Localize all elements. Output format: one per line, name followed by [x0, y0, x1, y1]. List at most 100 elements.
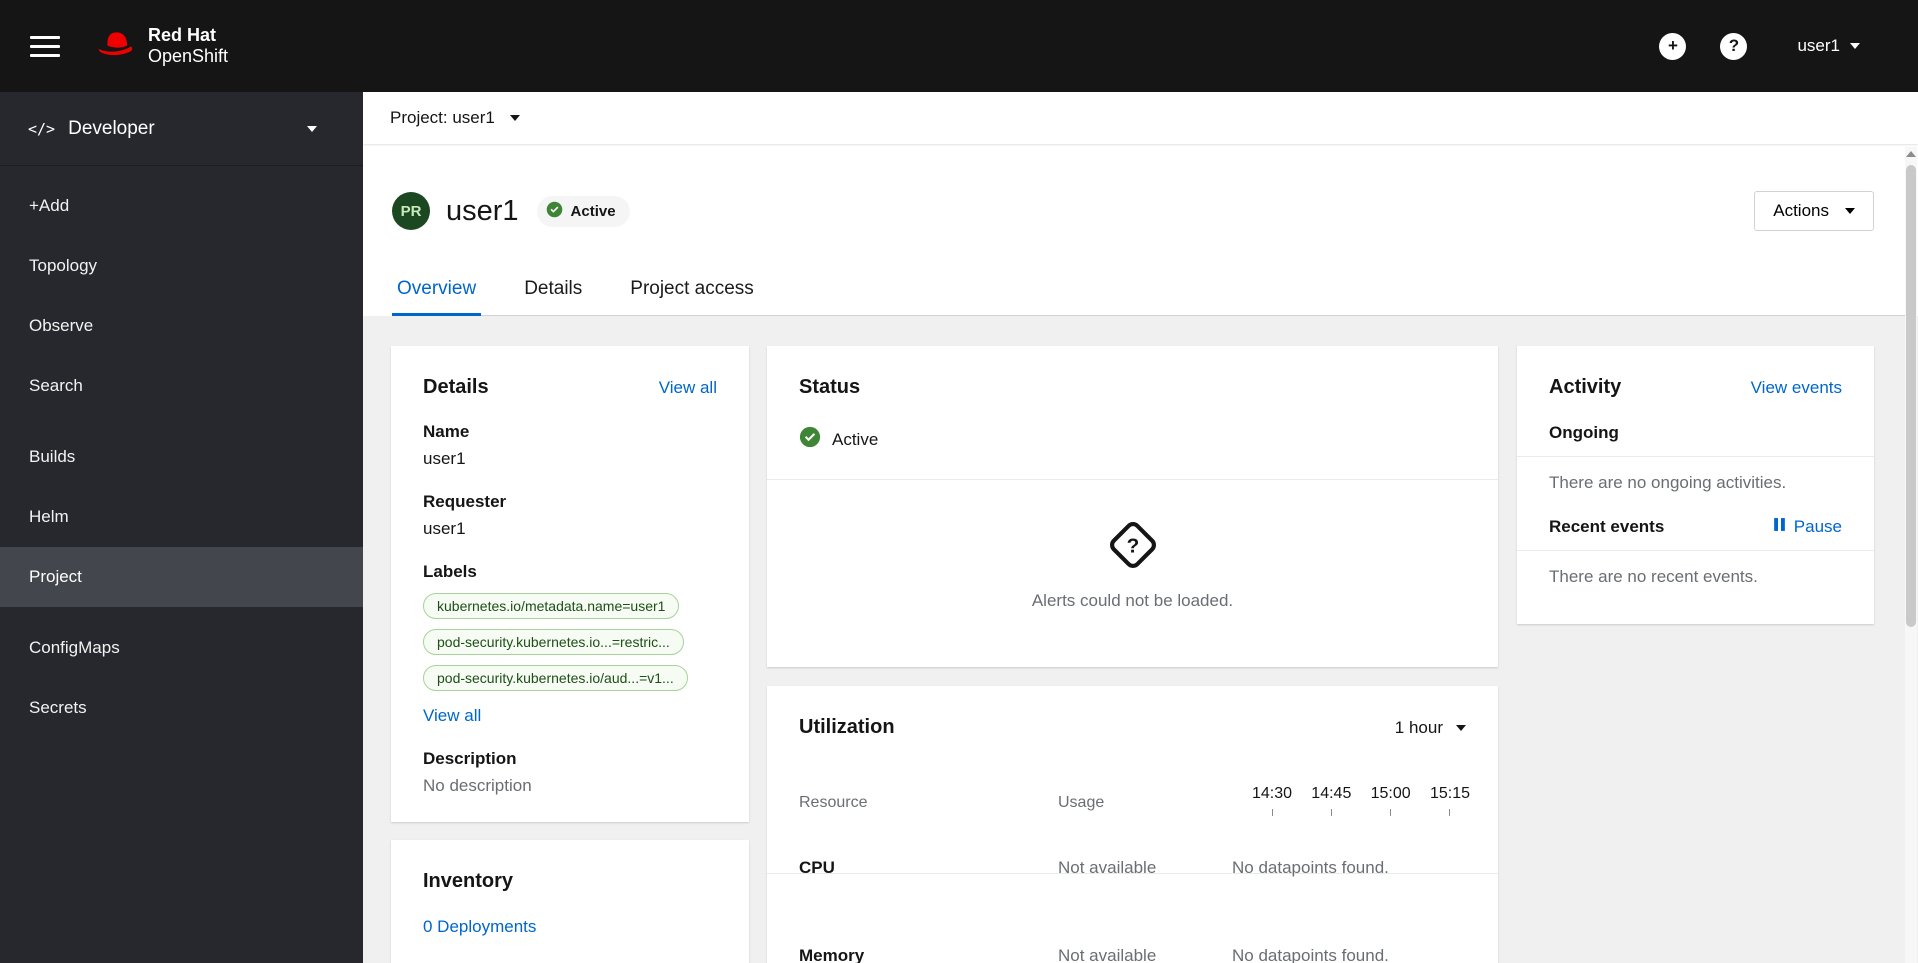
labels-view-all-link[interactable]: View all	[423, 706, 481, 726]
perspective-label: Developer	[68, 117, 155, 139]
code-icon: </>	[28, 119, 56, 138]
chevron-down-icon	[307, 125, 317, 132]
label-chip[interactable]: pod-security.kubernetes.io...=restric...	[423, 629, 684, 655]
chevron-down-icon	[509, 115, 520, 121]
masthead: Red Hat OpenShift + ? user1	[0, 0, 1918, 92]
redhat-logo-icon	[94, 29, 136, 64]
divider	[767, 479, 1498, 480]
labels-label: Labels	[423, 562, 477, 581]
help-icon[interactable]: ?	[1720, 32, 1748, 60]
tab-project-access[interactable]: Project access	[625, 278, 759, 315]
nav-group-developer: +Add Topology Observe Search	[0, 176, 363, 416]
view-events-link[interactable]: View events	[1751, 378, 1842, 398]
scrollbar-thumb[interactable]	[1906, 165, 1916, 627]
resource-name[interactable]: Memory	[799, 946, 864, 963]
project-selector[interactable]: Project: user1	[390, 108, 520, 128]
activity-card-title: Activity	[1549, 376, 1622, 398]
sidebar-item-project[interactable]: Project	[0, 547, 363, 607]
main-area: Project: user1 PR user1 Active Actions O…	[363, 92, 1918, 963]
brand-line2: OpenShift	[148, 46, 229, 66]
label-chip[interactable]: kubernetes.io/metadata.name=user1	[423, 593, 680, 619]
perspective-switcher[interactable]: </> Developer	[0, 92, 363, 166]
utilization-axis: Resource Usage 14:30 14:45 15:00 15:15	[767, 739, 1498, 874]
chevron-down-icon	[1456, 724, 1466, 731]
brand: Red Hat OpenShift	[94, 25, 228, 66]
deployments-link[interactable]: 0 Deployments	[423, 917, 536, 936]
usage-column-header: Usage	[1058, 794, 1105, 811]
resource-column-header: Resource	[799, 794, 868, 811]
unknown-question-icon: ?	[767, 518, 1498, 577]
name-label: Name	[423, 422, 470, 441]
user-menu[interactable]: user1	[1797, 36, 1860, 56]
description-label: Description	[423, 749, 517, 768]
alerts-empty-message: Alerts could not be loaded.	[1031, 591, 1234, 610]
scrollbar	[1905, 147, 1917, 963]
ongoing-label: Ongoing	[1549, 423, 1619, 442]
status-badge: Active	[536, 195, 630, 227]
sidebar-item-observe[interactable]: Observe	[0, 296, 363, 356]
actions-button[interactable]: Actions	[1754, 191, 1874, 231]
nav-group-config: ConfigMaps Secrets	[0, 618, 363, 738]
description-value: No description	[423, 776, 532, 795]
sidebar-item-configmaps[interactable]: ConfigMaps	[0, 618, 363, 678]
divider	[1517, 456, 1874, 457]
requester-value: user1	[423, 519, 466, 538]
status-card-title: Status	[799, 376, 861, 398]
resource-datapoints: No datapoints found.	[1232, 858, 1389, 877]
details-card-title: Details	[423, 376, 489, 398]
time-tick: 14:30	[1244, 785, 1300, 816]
label-chip[interactable]: pod-security.kubernetes.io/aud...=v1...	[423, 665, 688, 691]
duration-dropdown[interactable]: 1 hour	[1395, 718, 1466, 738]
sidebar-item-topology[interactable]: Topology	[0, 236, 363, 296]
content: Details View all Name user1 Requester us…	[363, 316, 1918, 963]
recent-empty-message: There are no recent events.	[1549, 567, 1758, 586]
sidebar-item-search[interactable]: Search	[0, 356, 363, 416]
chevron-down-icon	[1845, 208, 1855, 214]
details-view-all-link[interactable]: View all	[659, 378, 717, 398]
page-title: user1	[446, 194, 519, 227]
tab-details[interactable]: Details	[519, 278, 587, 315]
status-badge-label: Active	[570, 202, 616, 220]
duration-value: 1 hour	[1394, 717, 1443, 737]
status-active-label: Active	[832, 429, 879, 449]
time-tick: 15:00	[1363, 785, 1419, 816]
check-circle-icon	[546, 201, 563, 222]
details-card: Details View all Name user1 Requester us…	[391, 346, 749, 822]
tab-overview[interactable]: Overview	[392, 278, 482, 316]
actions-button-label: Actions	[1773, 201, 1829, 220]
resource-name[interactable]: CPU	[799, 858, 835, 878]
sidebar-item-builds[interactable]: Builds	[0, 427, 363, 487]
project-badge: PR	[392, 192, 430, 230]
add-plus-icon[interactable]: +	[1659, 32, 1687, 60]
status-card: Status Active ? Alerts could not be load…	[767, 346, 1498, 667]
scroll-up-icon[interactable]	[1906, 151, 1916, 157]
pause-button-label: Pause	[1793, 517, 1842, 536]
divider	[1517, 550, 1874, 551]
pause-button[interactable]: Pause	[1773, 517, 1842, 537]
sidebar-item-helm[interactable]: Helm	[0, 487, 363, 547]
name-value: user1	[423, 449, 466, 468]
labels-group: kubernetes.io/metadata.name=user1 pod-se…	[423, 593, 717, 691]
utilization-row-memory: Memory Not available No datapoints found…	[767, 915, 1498, 963]
tabs: Overview Details Project access	[392, 278, 1906, 316]
breadcrumb: Project: user1	[363, 92, 1918, 144]
resource-datapoints: No datapoints found.	[1232, 946, 1389, 963]
inventory-card-title: Inventory	[423, 870, 514, 892]
resource-usage: Not available	[1058, 946, 1157, 963]
username: user1	[1797, 36, 1840, 55]
menu-icon[interactable]	[30, 35, 60, 57]
time-tick: 15:15	[1422, 785, 1478, 816]
sidebar-item-add[interactable]: +Add	[0, 176, 363, 236]
ongoing-empty-message: There are no ongoing activities.	[1549, 473, 1787, 492]
inventory-card: Inventory 0 Deployments	[391, 840, 749, 963]
pause-icon	[1773, 517, 1786, 537]
chevron-down-icon	[1850, 43, 1860, 49]
sidebar-item-secrets[interactable]: Secrets	[0, 678, 363, 738]
time-tick: 14:45	[1303, 785, 1359, 816]
brand-line1: Red Hat	[148, 25, 217, 46]
utilization-card: Utilization 1 hour Resource Usage 14:30 …	[767, 686, 1498, 963]
utilization-card-title: Utilization	[799, 716, 895, 738]
project-selector-label: Project: user1	[390, 108, 495, 127]
utilization-row-cpu: CPU Not available No datapoints found.	[767, 827, 1498, 915]
nav-group-resources: Builds Helm Project	[0, 427, 363, 607]
